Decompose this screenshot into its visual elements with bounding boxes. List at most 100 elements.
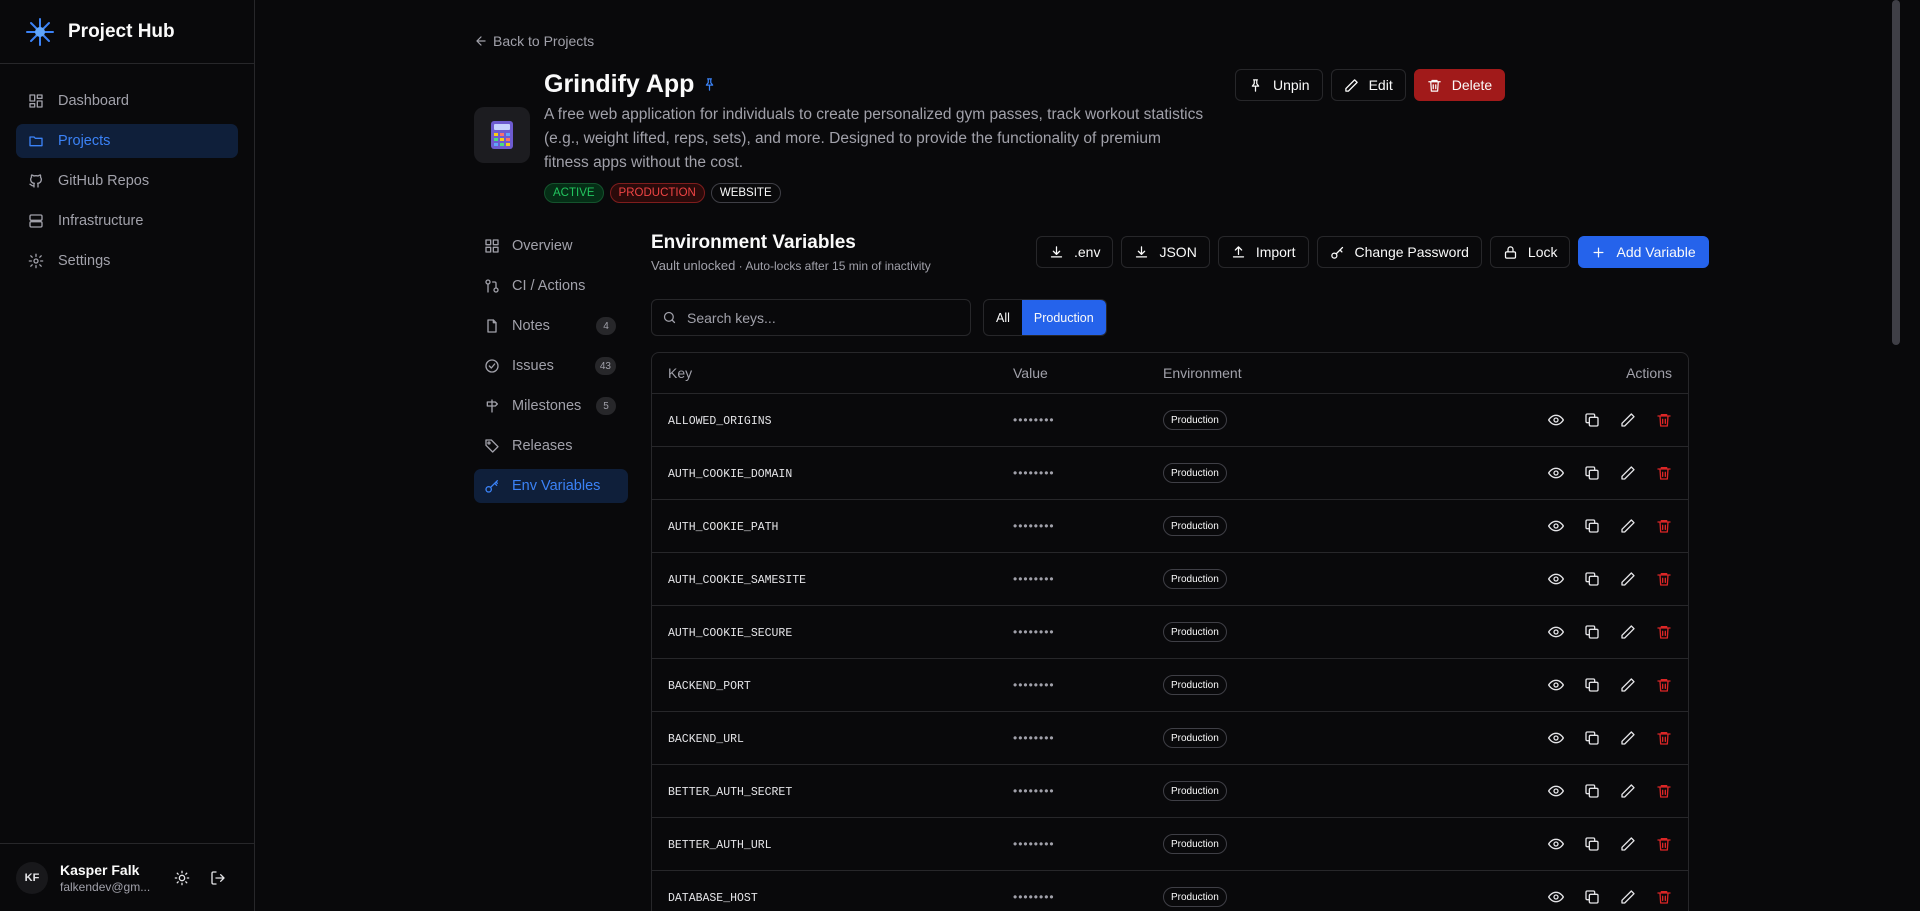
edit-variable-button[interactable] xyxy=(1620,889,1636,905)
filter-all[interactable]: All xyxy=(984,300,1022,335)
delete-variable-button[interactable] xyxy=(1656,677,1672,693)
edit-button[interactable]: Edit xyxy=(1330,69,1406,101)
trash-icon xyxy=(1657,838,1671,851)
change-password-button[interactable]: Change Password xyxy=(1316,236,1482,268)
edit-variable-button[interactable] xyxy=(1620,624,1636,640)
edit-variable-button[interactable] xyxy=(1620,518,1636,534)
tab-notes[interactable]: Notes 4 xyxy=(474,309,628,343)
trash-icon xyxy=(1657,732,1671,745)
dashboard-icon xyxy=(29,94,43,108)
env-key: ALLOWED_ORIGINS xyxy=(668,415,772,428)
reveal-button[interactable] xyxy=(1548,624,1564,640)
delete-variable-button[interactable] xyxy=(1656,571,1672,587)
project-icon xyxy=(474,107,530,163)
reveal-button[interactable] xyxy=(1548,730,1564,746)
lock-button[interactable]: Lock xyxy=(1489,236,1571,268)
reveal-button[interactable] xyxy=(1548,412,1564,428)
download-icon xyxy=(1050,245,1063,257)
edit-variable-button[interactable] xyxy=(1620,677,1636,693)
tab-milestones[interactable]: Milestones 5 xyxy=(474,389,628,423)
table-header: Key Value Environment Actions xyxy=(652,353,1688,394)
delete-variable-button[interactable] xyxy=(1656,465,1672,481)
download-env-button[interactable]: .env xyxy=(1036,236,1114,268)
env-key: AUTH_COOKIE_PATH xyxy=(668,521,779,534)
delete-variable-button[interactable] xyxy=(1656,889,1672,905)
reveal-button[interactable] xyxy=(1548,889,1564,905)
brand[interactable]: Project Hub xyxy=(0,0,254,64)
reveal-button[interactable] xyxy=(1548,783,1564,799)
check-circle-icon xyxy=(485,359,499,373)
edit-variable-button[interactable] xyxy=(1620,412,1636,428)
copy-button[interactable] xyxy=(1584,677,1600,693)
delete-variable-button[interactable] xyxy=(1656,783,1672,799)
delete-variable-button[interactable] xyxy=(1656,730,1672,746)
copy-button[interactable] xyxy=(1584,465,1600,481)
copy-button[interactable] xyxy=(1584,571,1600,587)
scrollbar-thumb[interactable] xyxy=(1892,0,1900,345)
tab-overview[interactable]: Overview xyxy=(474,229,628,263)
eye-icon xyxy=(1548,785,1564,797)
tab-issues[interactable]: Issues 43 xyxy=(474,349,628,383)
sidebar-item-infrastructure[interactable]: Infrastructure xyxy=(16,204,238,238)
import-label: Import xyxy=(1255,244,1296,260)
copy-button[interactable] xyxy=(1584,412,1600,428)
unpin-label: Unpin xyxy=(1273,77,1310,93)
sun-icon xyxy=(174,870,190,885)
sidebar-item-dashboard[interactable]: Dashboard xyxy=(16,84,238,118)
env-key: BACKEND_URL xyxy=(668,733,744,746)
reveal-button[interactable] xyxy=(1548,571,1564,587)
copy-button[interactable] xyxy=(1584,836,1600,852)
eye-icon xyxy=(1548,467,1564,479)
tab-releases[interactable]: Releases xyxy=(474,429,628,463)
user-name: Kasper Falk xyxy=(60,861,140,878)
edit-variable-button[interactable] xyxy=(1620,465,1636,481)
edit-variable-button[interactable] xyxy=(1620,571,1636,587)
pencil-icon xyxy=(1621,572,1635,586)
scrollbar[interactable] xyxy=(1888,0,1904,911)
search-input[interactable] xyxy=(687,309,947,326)
copy-button[interactable] xyxy=(1584,730,1600,746)
filter-production[interactable]: Production xyxy=(1021,300,1106,335)
reveal-button[interactable] xyxy=(1548,836,1564,852)
reveal-button[interactable] xyxy=(1548,518,1564,534)
copy-button[interactable] xyxy=(1584,783,1600,799)
unpin-button[interactable]: Unpin xyxy=(1235,69,1323,101)
add-variable-button[interactable]: Add Variable xyxy=(1578,236,1709,268)
env-badge: Production xyxy=(1163,622,1227,643)
sidebar-item-github-repos[interactable]: GitHub Repos xyxy=(16,164,238,198)
env-key: BACKEND_PORT xyxy=(668,680,751,693)
app-title: Project Hub xyxy=(68,20,175,42)
tab-ci-actions[interactable]: CI / Actions xyxy=(474,269,628,303)
tab-env-variables[interactable]: Env Variables xyxy=(474,469,628,503)
logout-button[interactable] xyxy=(204,864,232,892)
copy-icon xyxy=(1585,731,1599,745)
copy-button[interactable] xyxy=(1584,518,1600,534)
table-body: ALLOWED_ORIGINS •••••••• Production AUTH_CO… xyxy=(652,394,1688,911)
edit-variable-button[interactable] xyxy=(1620,730,1636,746)
environment-badge: PRODUCTION xyxy=(609,183,705,203)
reveal-button[interactable] xyxy=(1548,465,1564,481)
copy-button[interactable] xyxy=(1584,889,1600,905)
theme-toggle-button[interactable] xyxy=(168,864,196,892)
edit-variable-button[interactable] xyxy=(1620,836,1636,852)
back-to-projects-link[interactable]: Back to Projects xyxy=(474,33,594,49)
delete-variable-button[interactable] xyxy=(1656,836,1672,852)
search-icon xyxy=(663,311,676,324)
copy-button[interactable] xyxy=(1584,624,1600,640)
delete-button[interactable]: Delete xyxy=(1413,69,1506,101)
avatar[interactable]: KF xyxy=(16,861,48,894)
copy-icon xyxy=(1585,837,1599,851)
reveal-button[interactable] xyxy=(1548,677,1564,693)
import-button[interactable]: Import xyxy=(1217,236,1309,268)
edit-variable-button[interactable] xyxy=(1620,783,1636,799)
sidebar-item-projects[interactable]: Projects xyxy=(16,124,238,158)
download-json-button[interactable]: JSON xyxy=(1121,236,1210,268)
delete-variable-button[interactable] xyxy=(1656,518,1672,534)
pin-icon[interactable] xyxy=(702,77,717,92)
sidebar-item-settings[interactable]: Settings xyxy=(16,244,238,278)
env-badge: Production xyxy=(1163,834,1227,855)
delete-variable-button[interactable] xyxy=(1656,412,1672,428)
delete-variable-button[interactable] xyxy=(1656,624,1672,640)
table-row: AUTH_COOKIE_PATH •••••••• Production xyxy=(652,500,1688,553)
env-badge: Production xyxy=(1163,569,1227,590)
